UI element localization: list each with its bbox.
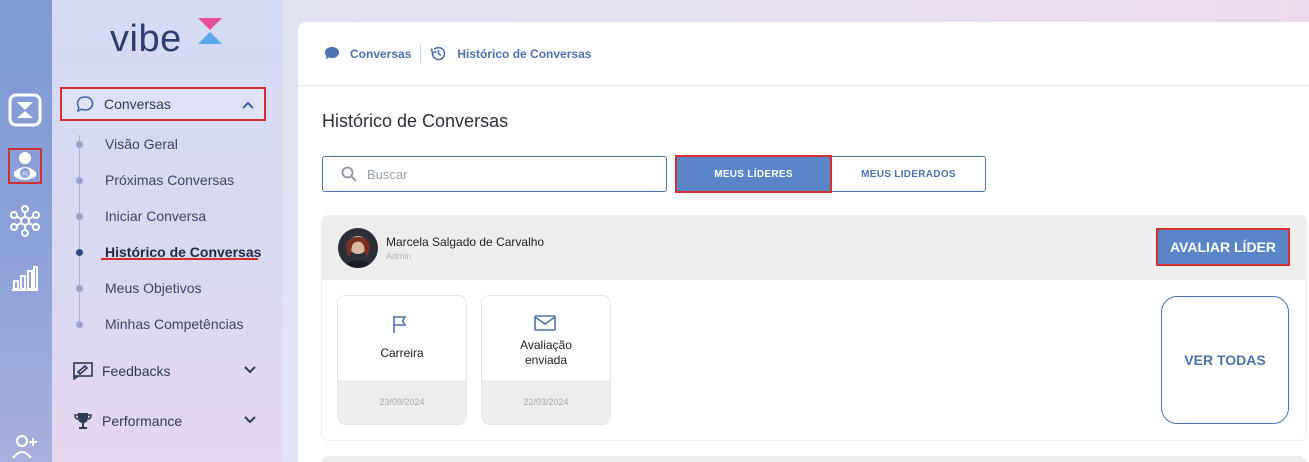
conversation-card-carreira[interactable]: Carreira 23/09/2024 [338,296,466,424]
avatar [338,228,378,268]
trophy-icon [72,410,94,432]
submenu-dot-active [76,249,83,256]
logo-text: vibe [110,18,182,60]
breadcrumb-historico-label: Histórico de Conversas [457,46,592,61]
chevron-down-icon [244,366,256,374]
submenu-dot [76,213,83,220]
card-label-line2: enviada [524,353,568,367]
menu-feedbacks-label: Feedbacks [102,363,171,379]
submenu-dot [76,285,83,292]
submenu-dot [76,321,83,328]
card-label: Carreira [380,346,424,360]
rail-add-user-button[interactable] [6,428,44,462]
breadcrumb-conversas[interactable]: Conversas [324,46,411,61]
search-icon [341,166,357,182]
card-label: Avaliação [520,338,572,352]
submenu-minhas-competencias[interactable]: Minhas Competências [105,314,244,334]
page-title: Histórico de Conversas [322,111,509,131]
history-icon [431,46,446,61]
conversation-card-avaliacao[interactable]: Avaliação enviada 22/03/2024 [482,296,610,424]
breadcrumb-conversas-label: Conversas [350,46,412,61]
active-underline [101,258,258,260]
feedback-icon [72,360,94,382]
leader-toggle: MEUS LÍDERES MEUS LIDERADOS [675,155,986,193]
main-panel: Conversas Histórico de Conversas Históri… [298,22,1309,462]
vibe-logo[interactable]: vibe [110,18,230,62]
menu-conversas[interactable]: Conversas [60,87,266,121]
submenu-iniciar-conversa[interactable]: Iniciar Conversa [105,206,206,226]
chat-bubble-icon [325,47,339,60]
submenu-dot [76,141,83,148]
breadcrumb-separator [420,44,422,63]
chevron-down-icon [244,416,256,424]
tab-meus-liderados[interactable]: MEUS LIDERADOS [832,157,985,191]
rail-ai-button[interactable]: AI [8,148,42,184]
submenu-line [79,135,80,327]
tab-meus-lideres[interactable]: MEUS LÍDERES [675,155,832,193]
leader-role: Admin [386,251,412,261]
chevron-up-icon [242,101,254,109]
leader-card: Marcela Salgado de Carvalho Admin AVALIA… [322,216,1306,440]
leader-header: Marcela Salgado de Carvalho Admin AVALIA… [322,216,1306,280]
rail-network-button[interactable] [6,203,44,239]
menu-feedbacks[interactable]: Feedbacks [60,354,266,388]
flag-icon [390,314,410,339]
rail-hourglass-button[interactable] [6,92,44,128]
chat-bubble-icon [74,93,96,115]
add-user-icon [11,432,39,460]
search-box[interactable] [322,156,667,192]
breadcrumb: Conversas Histórico de Conversas [298,22,1309,86]
network-icon [9,205,41,237]
card-date: 23/09/2024 [338,380,466,424]
submenu-proximas-conversas[interactable]: Próximas Conversas [105,170,234,190]
icon-rail: AI [0,0,52,462]
menu-conversas-label: Conversas [104,96,171,112]
submenu-visao-geral[interactable]: Visão Geral [105,134,178,154]
search-input[interactable] [367,166,647,182]
submenu-meus-objetivos[interactable]: Meus Objetivos [105,278,201,298]
submenu-dot [76,177,83,184]
rail-chart-button[interactable] [6,260,44,296]
sidebar: vibe Conversas Visão Geral Próximas Conv… [52,0,282,462]
hourglass-icon [8,93,42,127]
card-date: 22/03/2024 [482,380,610,424]
bar-chart-icon [11,264,39,292]
logo-mark-icon [198,18,222,44]
mail-icon [534,314,556,337]
breadcrumb-historico[interactable]: Histórico de Conversas [430,45,591,62]
next-leader-card [322,456,1306,462]
menu-performance[interactable]: Performance [60,404,266,438]
svg-text:AI: AI [22,172,28,178]
ai-person-icon: AI [12,150,38,182]
menu-performance-label: Performance [102,413,183,429]
see-all-button[interactable]: VER TODAS [1161,296,1289,424]
evaluate-leader-button[interactable]: AVALIAR LÍDER [1156,228,1290,266]
leader-name: Marcela Salgado de Carvalho [386,235,545,249]
